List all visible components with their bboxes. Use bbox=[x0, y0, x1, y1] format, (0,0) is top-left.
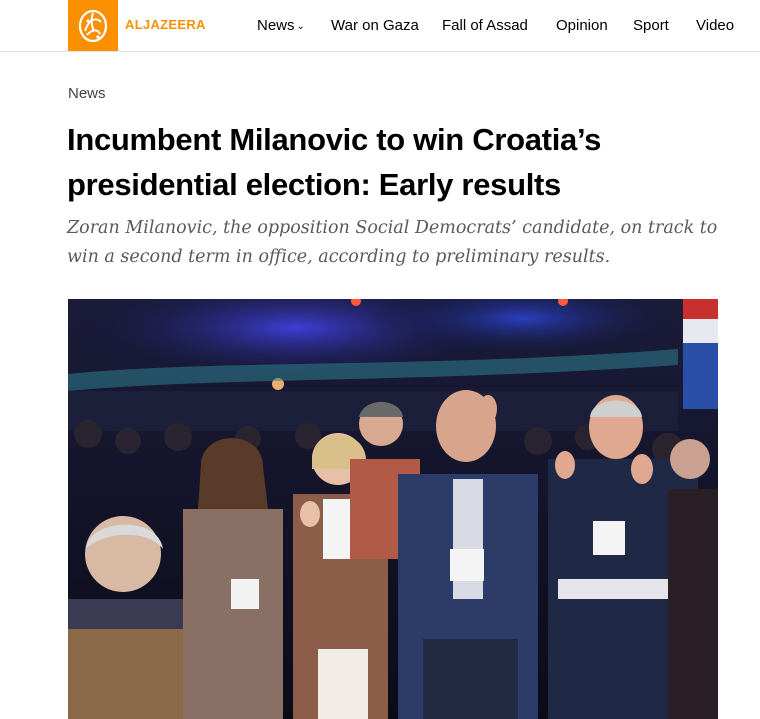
chevron-down-icon: ⌄ bbox=[296, 21, 305, 32]
nav-item-fall-of-assad[interactable]: Fall of Assad bbox=[442, 16, 528, 36]
nav-item-video[interactable]: Video bbox=[696, 16, 734, 36]
aljazeera-calligraphy-icon bbox=[78, 9, 108, 42]
nav-item-news[interactable]: News ⌄ bbox=[257, 16, 305, 37]
nav-item-sport[interactable]: Sport bbox=[633, 16, 669, 36]
article-headline: Incumbent Milanovic to win Croatia’s pre… bbox=[67, 122, 602, 202]
aljazeera-logo[interactable] bbox=[68, 0, 118, 51]
logo-wordmark[interactable]: ALJAZEERA bbox=[125, 17, 206, 32]
article-standfirst: Zoran Milanovic, the opposition Social D… bbox=[67, 218, 718, 267]
nav-item-opinion[interactable]: Opinion bbox=[556, 16, 608, 36]
crowd-photo bbox=[68, 299, 718, 719]
article-category-link[interactable]: News bbox=[68, 85, 106, 102]
article-hero-image bbox=[68, 299, 718, 719]
nav-item-war-on-gaza[interactable]: War on Gaza bbox=[331, 16, 419, 36]
top-navigation-bar: ALJAZEERA News ⌄ War on Gaza Fall of Assa… bbox=[0, 0, 760, 52]
nav-item-label: News bbox=[257, 17, 295, 34]
